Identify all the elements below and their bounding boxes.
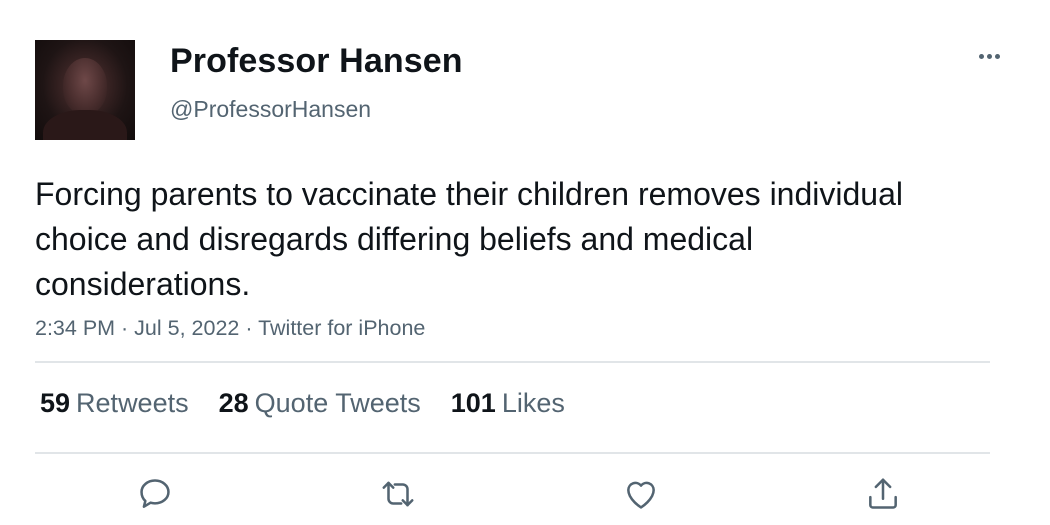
- heart-icon: [627, 481, 655, 509]
- reply-button[interactable]: [135, 474, 175, 514]
- tweet-metadata[interactable]: 2:34 PM · Jul 5, 2022 · Twitter for iPho…: [35, 316, 425, 341]
- more-dot: [986, 53, 992, 59]
- display-name[interactable]: Professor Hansen: [170, 42, 463, 81]
- more-options-icon[interactable]: [972, 42, 1006, 70]
- tweet-text: Forcing parents to vaccinate their child…: [35, 176, 903, 302]
- stat-count: 59: [40, 388, 71, 418]
- stat-label: Likes: [501, 388, 565, 418]
- tweet-card: Professor Hansen @ProfessorHansen Forcin…: [0, 0, 1050, 525]
- stat-label: Quote Tweets: [254, 388, 421, 418]
- avatar-shoulders: [43, 110, 127, 140]
- more-dot: [994, 53, 1000, 59]
- divider: [35, 452, 990, 454]
- avatar[interactable]: [35, 40, 135, 140]
- divider: [35, 361, 990, 363]
- share-button[interactable]: [863, 474, 903, 514]
- retweet-icon: [382, 481, 414, 507]
- share-icon: [869, 478, 897, 509]
- stat-label: Retweets: [76, 388, 189, 418]
- avatar-face: [63, 58, 107, 114]
- stat-likes[interactable]: 101 Likes: [451, 388, 565, 419]
- retweet-button[interactable]: [378, 474, 418, 514]
- stat-count: 101: [450, 388, 496, 418]
- user-handle[interactable]: @ProfessorHansen: [170, 96, 371, 123]
- reply-icon: [140, 479, 170, 508]
- more-dot: [978, 53, 984, 59]
- stat-retweets[interactable]: 59 Retweets: [40, 388, 189, 419]
- engagement-stats: 59 Retweets 28 Quote Tweets 101 Likes: [40, 388, 595, 419]
- stat-count: 28: [218, 388, 249, 418]
- stat-quote-tweets[interactable]: 28 Quote Tweets: [219, 388, 421, 419]
- like-button[interactable]: [621, 474, 661, 514]
